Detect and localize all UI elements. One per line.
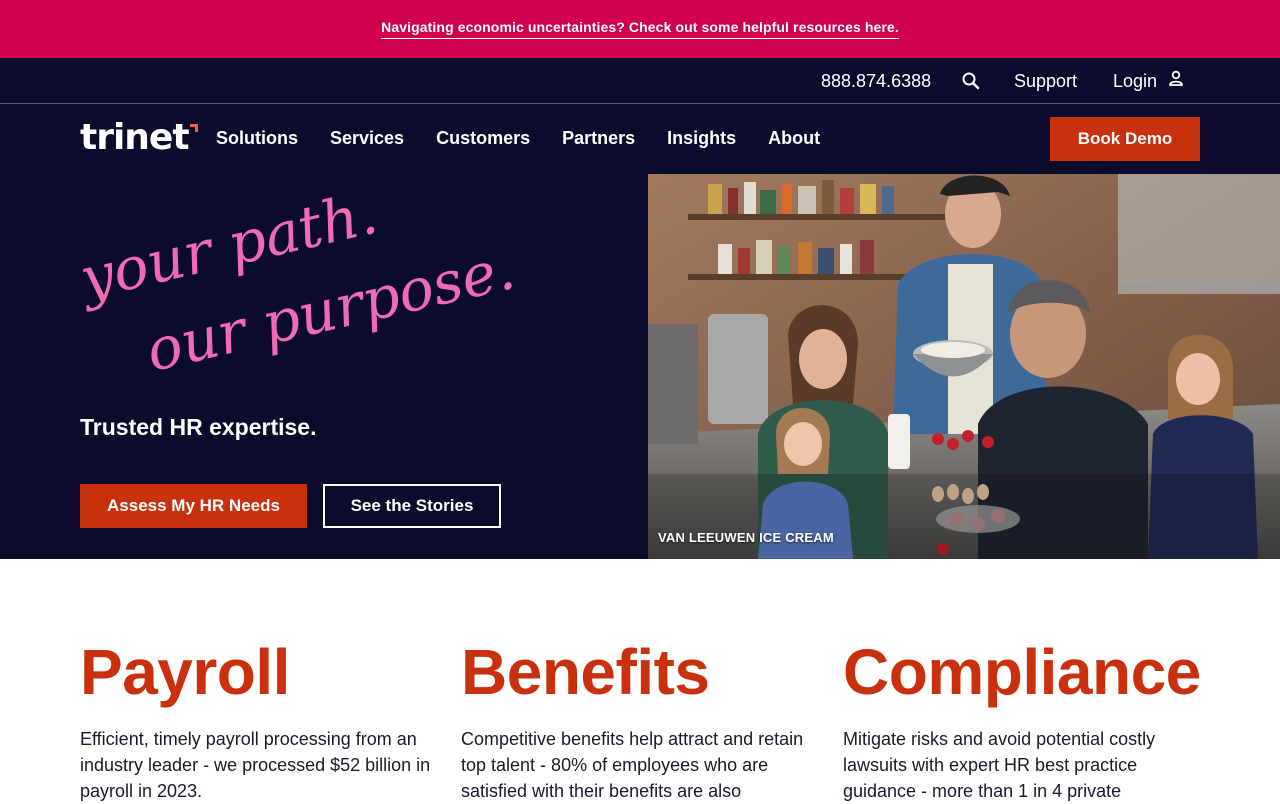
hero-tagline: your path. our purpose.	[74, 179, 521, 385]
search-icon[interactable]	[960, 70, 982, 92]
user-icon	[1167, 69, 1185, 93]
feature-body: Competitive benefits help attract and re…	[461, 729, 804, 801]
feature-title: Compliance	[843, 636, 1201, 708]
feature-title: Payroll	[80, 636, 290, 708]
feature-payroll: Payroll Efficient, timely payroll proces…	[80, 634, 440, 804]
support-link[interactable]: Support	[1014, 69, 1077, 93]
announcement-link[interactable]: Navigating economic uncertainties? Check…	[381, 19, 899, 39]
utility-bar: 888.874.6388 Support Login	[0, 58, 1280, 104]
hero-subhead: Trusted HR expertise.	[80, 414, 317, 440]
logo-text: trinet	[80, 117, 190, 158]
nav-links: Solutions Services Customers Partners In…	[216, 127, 820, 149]
hero-photo	[648, 174, 1280, 559]
nav-item-partners[interactable]: Partners	[562, 127, 635, 149]
logo-mark-icon	[189, 124, 198, 132]
nav-item-customers[interactable]: Customers	[436, 127, 530, 149]
trinet-logo[interactable]: trinet	[80, 120, 198, 156]
feature-title: Benefits	[461, 636, 710, 708]
feature-benefits: Benefits Competitive benefits help attra…	[461, 634, 821, 804]
phone-number[interactable]: 888.874.6388	[821, 69, 931, 93]
feature-compliance: Compliance Mitigate risks and avoid pote…	[843, 634, 1203, 804]
nav-item-services[interactable]: Services	[330, 127, 404, 149]
login-label: Login	[1113, 71, 1158, 91]
feature-body: Mitigate risks and avoid potential costl…	[843, 729, 1156, 801]
nav-item-insights[interactable]: Insights	[667, 127, 736, 149]
nav-item-solutions[interactable]: Solutions	[216, 127, 298, 149]
feature-body: Efficient, timely payroll processing fro…	[80, 729, 431, 801]
announcement-bar: Navigating economic uncertainties? Check…	[0, 0, 1280, 58]
nav-item-about[interactable]: About	[768, 127, 820, 149]
book-demo-button[interactable]: Book Demo	[1050, 117, 1200, 161]
assess-hr-needs-button[interactable]: Assess My HR Needs	[80, 484, 307, 528]
see-stories-button[interactable]: See the Stories	[323, 484, 501, 528]
login-link[interactable]: Login	[1113, 69, 1185, 93]
photo-caption: VAN LEEUWEN ICE CREAM	[658, 530, 834, 545]
